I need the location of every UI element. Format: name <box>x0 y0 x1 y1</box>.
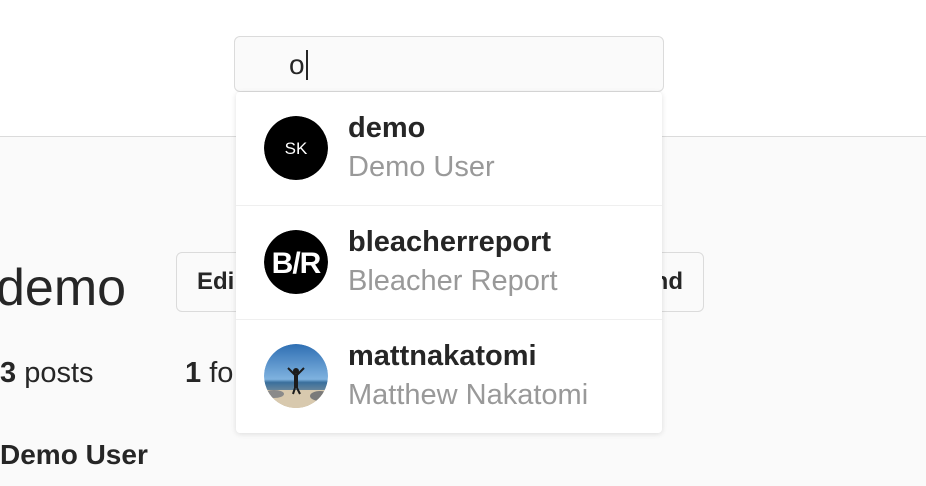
beach-photo-avatar <box>264 344 328 408</box>
sk-monogram-icon: SK <box>264 116 328 180</box>
search-result-item[interactable]: mattnakatomi Matthew Nakatomi <box>236 320 662 434</box>
result-full-name: Demo User <box>348 151 495 183</box>
profile-full-name: Demo User <box>0 439 148 470</box>
result-full-name: Matthew Nakatomi <box>348 379 589 411</box>
search-input[interactable]: o <box>234 36 664 92</box>
br-logo-icon: B/R <box>264 230 328 294</box>
search-result-item[interactable]: SK demo Demo User <box>236 92 662 206</box>
posts-count-number: 3 <box>0 357 17 389</box>
result-username: mattnakatomi <box>348 340 537 372</box>
search-results-dropdown: SK demo Demo User B/R bleacherreport Ble… <box>236 92 662 433</box>
svg-text:SK: SK <box>285 139 308 158</box>
search-result-item[interactable]: B/R bleacherreport Bleacher Report <box>236 206 662 320</box>
posts-count-label: posts <box>24 357 94 389</box>
followers-count-number: 1 <box>185 357 202 389</box>
result-username: bleacherreport <box>348 226 552 258</box>
followers-count-label: fo <box>209 357 234 389</box>
search-input-value: o <box>289 49 305 80</box>
profile-username: demo <box>0 259 127 317</box>
text-caret <box>306 50 308 80</box>
result-full-name: Bleacher Report <box>348 265 558 297</box>
followers-count[interactable]: 1 fo <box>185 356 233 390</box>
svg-text:B/R: B/R <box>272 247 322 280</box>
edit-profile-label: Edi <box>197 268 235 295</box>
result-username: demo <box>348 112 426 144</box>
posts-count: 3 posts <box>0 356 94 390</box>
